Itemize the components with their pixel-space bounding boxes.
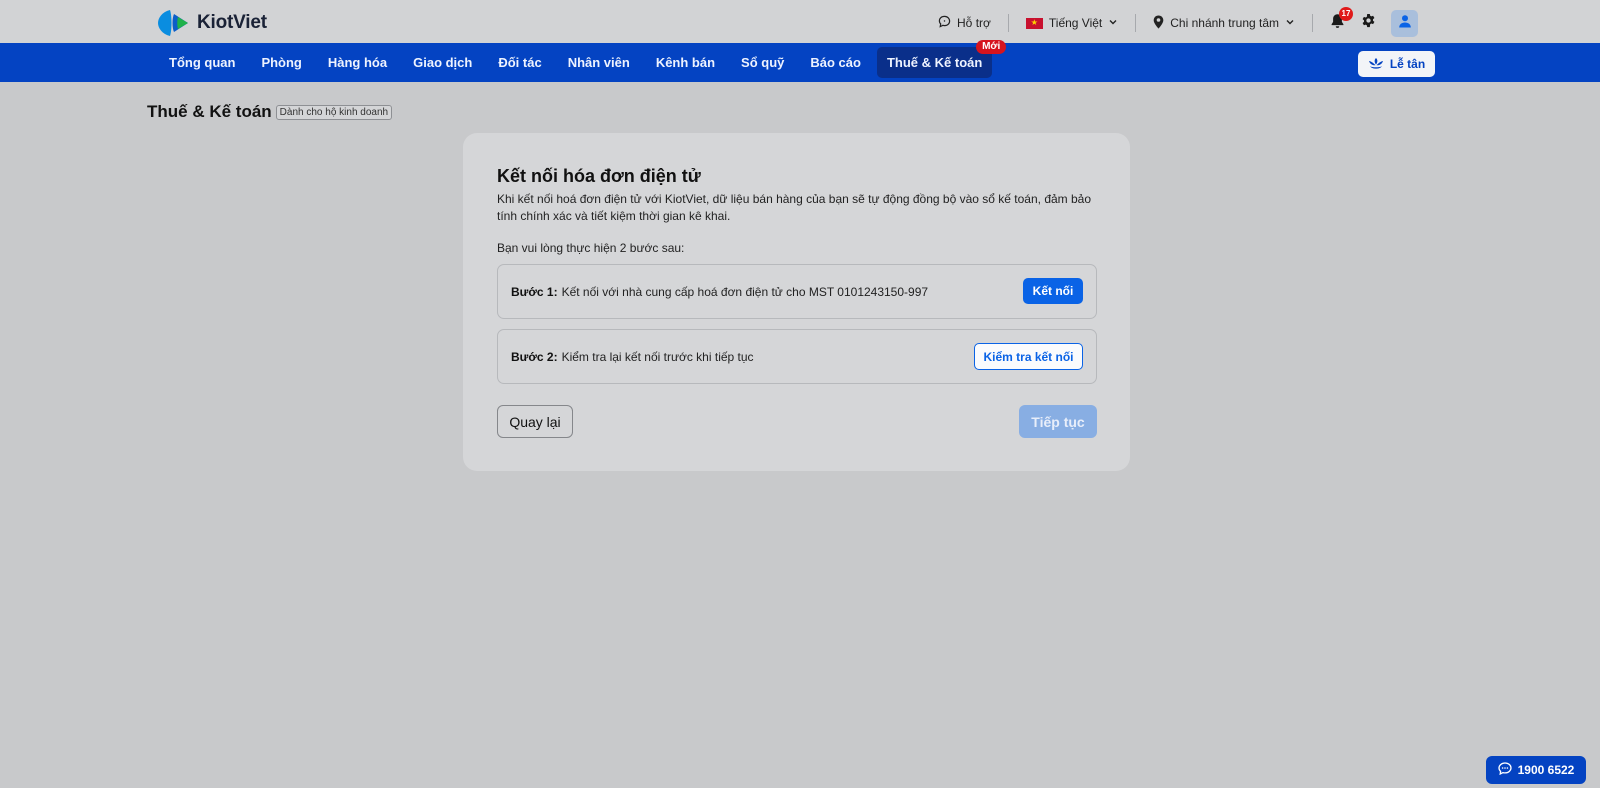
nav-item-label: Nhân viên xyxy=(567,55,630,70)
e-invoice-connection-card: Kết nối hóa đơn điện tử Khi kết nối hoá … xyxy=(463,133,1130,471)
reception-label: Lễ tân xyxy=(1389,57,1426,71)
language-selector[interactable]: ★ Tiếng Việt xyxy=(1025,16,1118,30)
reception-button[interactable]: Lễ tân xyxy=(1358,51,1435,77)
connect-button[interactable]: Kết nối xyxy=(1023,278,1083,304)
branch-label: Chi nhánh trung tâm xyxy=(1170,16,1279,30)
step-1-prefix: Bước 1: xyxy=(511,284,558,299)
nav-item-label: Giao dịch xyxy=(413,55,473,70)
hotline-number: 1900 6522 xyxy=(1517,763,1575,777)
page-title: Thuế & Kế toán xyxy=(147,102,272,121)
chevron-down-icon xyxy=(1285,16,1295,30)
step-2-text: Bước 2: Kiểm tra lại kết nối trước khi t… xyxy=(511,330,754,383)
vietnam-flag-icon: ★ xyxy=(1025,17,1043,29)
divider xyxy=(1312,14,1313,32)
chat-bubble-icon xyxy=(938,15,951,31)
card-instruction: Bạn vui lòng thực hiện 2 bước sau: xyxy=(497,241,685,255)
nav-item-tax-accounting[interactable]: Thuế & Kế toán Mới xyxy=(876,40,1007,78)
check-connection-button[interactable]: Kiểm tra kết nối xyxy=(974,343,1083,370)
page-header: Thuế & Kế toán Dành cho hộ kinh doanh xyxy=(147,102,393,122)
nav-item-partners[interactable]: Đối tác xyxy=(485,47,554,78)
support-link[interactable]: Hỗ trợ xyxy=(938,15,991,31)
nav-item-employees[interactable]: Nhân viên xyxy=(555,47,643,78)
nav-item-label: Báo cáo xyxy=(810,55,861,70)
nav-item-cashbook[interactable]: Sổ quỹ xyxy=(728,47,797,78)
nav-item-reports[interactable]: Báo cáo xyxy=(797,47,874,78)
divider xyxy=(1135,14,1137,32)
step-2-description: Kiểm tra lại kết nối trước khi tiếp tục xyxy=(561,349,754,364)
step-2-panel: Bước 2: Kiểm tra lại kết nối trước khi t… xyxy=(497,329,1097,384)
nav-item-label: Tổng quan xyxy=(169,55,236,70)
nav-item-transactions[interactable]: Giao dịch xyxy=(400,47,485,78)
kiotviet-logo[interactable]: KiotViet xyxy=(158,9,267,37)
nav-item-label: Hàng hóa xyxy=(327,55,388,70)
continue-button[interactable]: Tiếp tục xyxy=(1019,405,1097,438)
nav-item-label: Đối tác xyxy=(498,55,542,70)
language-label: Tiếng Việt xyxy=(1048,16,1103,30)
step-1-description: Kết nối với nhà cung cấp hoá đơn điện tử… xyxy=(561,284,929,299)
user-avatar[interactable] xyxy=(1391,9,1418,37)
nav-item-label: Phòng xyxy=(261,55,302,70)
nav-item-products[interactable]: Hàng hóa xyxy=(315,47,400,78)
branch-selector[interactable]: Chi nhánh trung tâm xyxy=(1153,15,1295,32)
brand-name: KiotViet xyxy=(197,12,267,33)
back-button[interactable]: Quay lại xyxy=(497,405,573,438)
chat-icon xyxy=(1497,762,1512,778)
lotus-icon xyxy=(1368,57,1384,72)
notification-button[interactable]: 17 xyxy=(1330,6,1353,34)
location-pin-icon xyxy=(1153,15,1164,32)
step-2-prefix: Bước 2: xyxy=(511,349,558,364)
step-1-panel: Bước 1: Kết nối với nhà cung cấp hoá đơn… xyxy=(497,264,1097,319)
chevron-down-icon xyxy=(1108,16,1118,30)
page-tag: Dành cho hộ kinh doanh xyxy=(275,104,393,120)
settings-button[interactable] xyxy=(1361,13,1376,33)
nav-menu: Tổng quan Phòng Hàng hóa Giao dịch Đối t… xyxy=(156,40,1007,78)
nav-item-label: Kênh bán xyxy=(655,55,716,70)
step-1-text: Bước 1: Kết nối với nhà cung cấp hoá đơn… xyxy=(511,265,928,318)
kiotviet-logo-icon xyxy=(158,9,190,37)
header-actions: Hỗ trợ ★ Tiếng Việt Chi nhánh trung tâm xyxy=(938,6,1418,37)
card-description: Khi kết nối hoá đơn điện tử với KiotViet… xyxy=(497,192,1092,223)
nav-item-rooms[interactable]: Phòng xyxy=(248,47,314,78)
top-bar: KiotViet Hỗ trợ ★ Tiếng Việt Chi nhánh t… xyxy=(0,0,1600,43)
nav-item-label: Sổ quỹ xyxy=(741,55,785,70)
notification-count-badge: 17 xyxy=(1339,6,1353,21)
new-badge: Mới xyxy=(976,40,1007,54)
nav-item-label: Thuế & Kế toán xyxy=(886,55,983,70)
nav-item-sales-channels[interactable]: Kênh bán xyxy=(643,47,728,78)
nav-item-overview[interactable]: Tổng quan xyxy=(156,47,248,78)
support-label: Hỗ trợ xyxy=(957,16,991,30)
divider xyxy=(1007,14,1009,32)
hotline-button[interactable]: 1900 6522 xyxy=(1486,756,1586,784)
card-title: Kết nối hóa đơn điện tử xyxy=(497,166,701,186)
gear-icon xyxy=(1361,13,1376,33)
user-icon xyxy=(1398,14,1412,33)
